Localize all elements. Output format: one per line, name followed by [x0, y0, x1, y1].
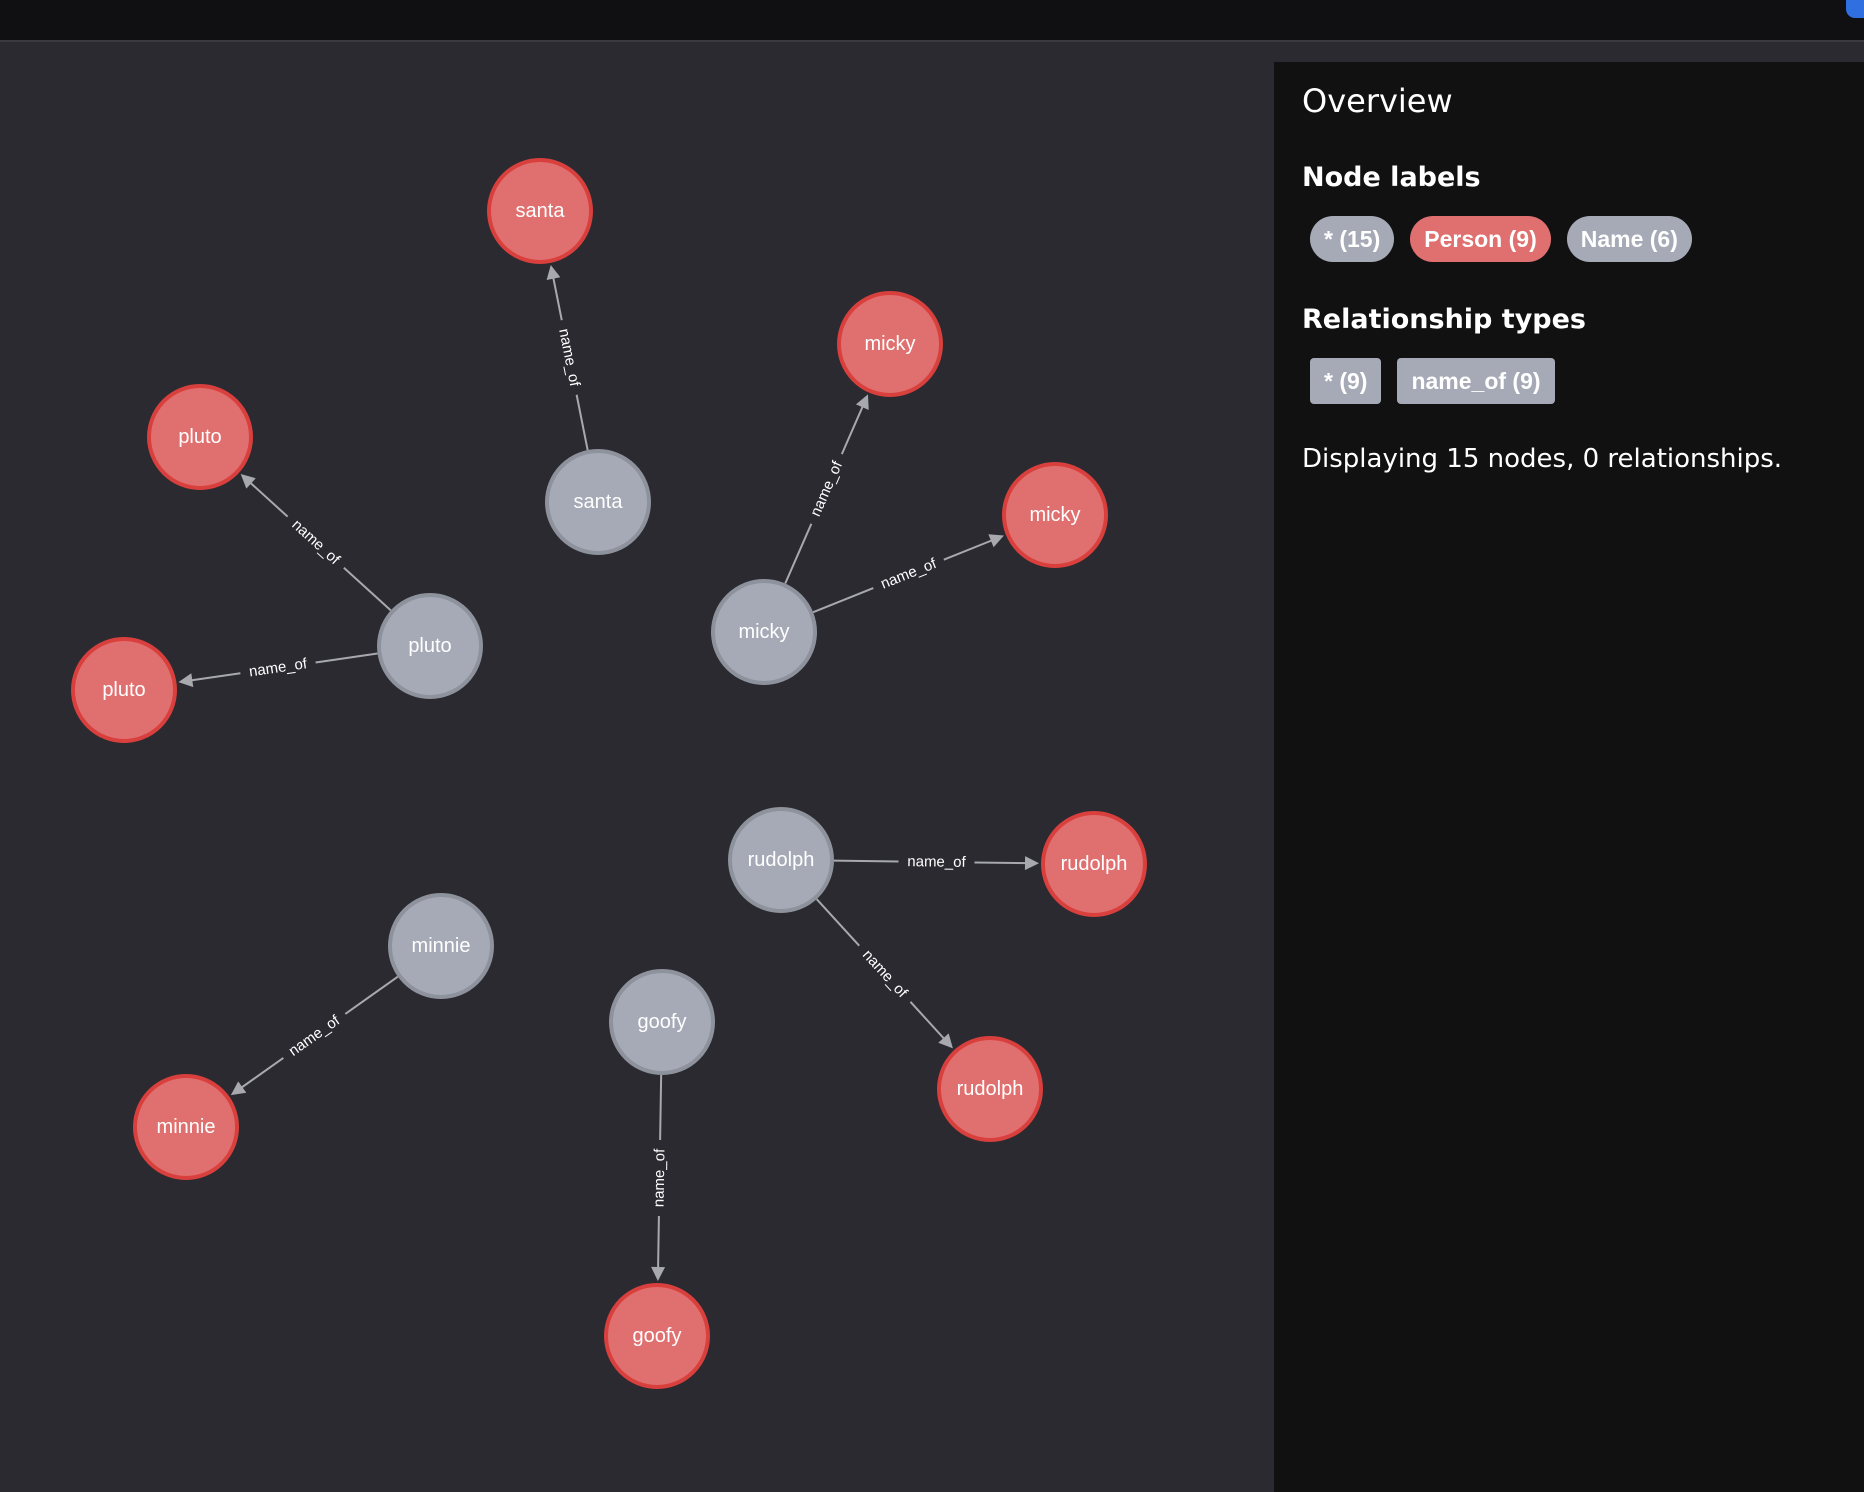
edge-line: [833, 859, 899, 863]
node-label-chips: * (15) Person (9) Name (6): [1310, 216, 1692, 262]
node-caption: pluto: [102, 679, 145, 701]
relationship-edge[interactable]: name_of: [833, 853, 1040, 871]
node-caption: goofy: [633, 1325, 682, 1347]
node-label-chip-all[interactable]: * (15): [1310, 216, 1395, 262]
graph-node-person[interactable]: goofy: [604, 1283, 710, 1389]
relationship-edge[interactable]: name_of: [178, 652, 378, 688]
graph-node-name[interactable]: micky: [711, 579, 817, 685]
edge-line: [238, 1057, 284, 1091]
edge-label: name_of: [288, 516, 343, 568]
node-caption: pluto: [178, 426, 221, 448]
relationship-edge[interactable]: name_of: [546, 264, 589, 451]
graph-node-person[interactable]: pluto: [147, 384, 253, 490]
node-caption: minnie: [412, 935, 471, 957]
arrowhead-icon: [178, 673, 194, 688]
edge-line: [784, 523, 813, 584]
arrowhead-icon: [230, 1081, 247, 1096]
edge-line: [343, 566, 392, 612]
relationship-edge[interactable]: name_of: [230, 975, 399, 1096]
node-caption: minnie: [157, 1116, 216, 1138]
relationship-edge[interactable]: name_of: [651, 1074, 669, 1282]
graph-node-person[interactable]: minnie: [133, 1074, 239, 1180]
graph-node-name[interactable]: pluto: [377, 593, 483, 699]
arrowhead-icon: [1024, 856, 1040, 871]
node-caption: goofy: [638, 1011, 687, 1033]
play-icon[interactable]: [1846, 0, 1864, 18]
edge-line: [657, 1215, 660, 1272]
node-caption: santa: [516, 200, 566, 222]
edge-line: [551, 274, 563, 321]
arrowhead-icon: [546, 264, 561, 281]
relationship-edge[interactable]: name_of: [240, 473, 392, 612]
relationship-edge[interactable]: name_of: [812, 534, 1004, 614]
node-caption: pluto: [408, 635, 451, 657]
node-labels-heading: Node labels: [1302, 162, 1481, 193]
relationship-chip-all[interactable]: * (9): [1310, 358, 1382, 404]
edge-line: [974, 861, 1030, 865]
edge-label: name_of: [555, 327, 583, 388]
relationship-edge[interactable]: name_of: [815, 898, 953, 1049]
edge-line: [575, 394, 589, 451]
relationship-type-chips: * (9) name_of (9): [1310, 358, 1555, 404]
relationship-edge[interactable]: name_of: [784, 394, 869, 584]
graph-node-person[interactable]: micky: [1002, 462, 1108, 568]
panel-title: Overview: [1302, 82, 1453, 120]
edge-label: name_of: [248, 655, 309, 680]
edge-line: [659, 1074, 663, 1141]
graph-node-name[interactable]: goofy: [609, 969, 715, 1075]
edge-line: [815, 898, 860, 947]
edge-label: name_of: [651, 1148, 669, 1207]
graph-node-name[interactable]: rudolph: [728, 807, 834, 913]
edge-line: [315, 652, 378, 664]
graph-node-person[interactable]: rudolph: [1041, 811, 1147, 917]
node-caption: rudolph: [748, 849, 815, 871]
graph-node-person[interactable]: santa: [487, 158, 593, 264]
graph-node-person[interactable]: micky: [837, 291, 943, 397]
graph-svg[interactable]: name_of name_of name_of name_of name_of name_…: [0, 42, 1274, 1492]
node-caption: rudolph: [1061, 853, 1128, 875]
node-caption: micky: [1029, 504, 1080, 526]
node-caption: rudolph: [957, 1078, 1024, 1100]
graph-canvas[interactable]: name_of name_of name_of name_of name_of name_…: [0, 42, 1274, 1492]
graph-node-person[interactable]: pluto: [71, 637, 177, 743]
arrowhead-icon: [651, 1266, 666, 1282]
edge-line: [812, 587, 874, 614]
edge-label: name_of: [859, 946, 911, 1001]
edge-label: name_of: [907, 853, 966, 871]
graph-node-person[interactable]: rudolph: [937, 1036, 1043, 1142]
node-caption: micky: [864, 333, 915, 355]
edge-line: [840, 403, 865, 455]
node-label-chip-name[interactable]: Name (6): [1566, 216, 1692, 262]
top-bar: [0, 0, 1864, 42]
display-summary: Displaying 15 nodes, 0 relationships.: [1302, 444, 1783, 474]
graph-node-name[interactable]: minnie: [388, 893, 494, 999]
overview-panel: Overview Node labels * (15) Person (9) N…: [1274, 62, 1864, 1492]
edge-line: [344, 975, 399, 1015]
node-caption: micky: [738, 621, 789, 643]
relationship-types-heading: Relationship types: [1302, 304, 1587, 335]
edge-line: [188, 672, 241, 682]
relationship-chip-name-of[interactable]: name_of (9): [1397, 358, 1555, 404]
node-caption: santa: [574, 491, 624, 513]
edge-line: [909, 1001, 947, 1042]
edge-line: [247, 479, 289, 518]
edge-line: [943, 538, 996, 561]
graph-node-name[interactable]: santa: [545, 449, 651, 555]
edge-label: name_of: [807, 458, 846, 519]
node-label-chip-person[interactable]: Person (9): [1410, 216, 1551, 262]
edge-label: name_of: [878, 555, 939, 593]
edge-label: name_of: [286, 1012, 344, 1060]
